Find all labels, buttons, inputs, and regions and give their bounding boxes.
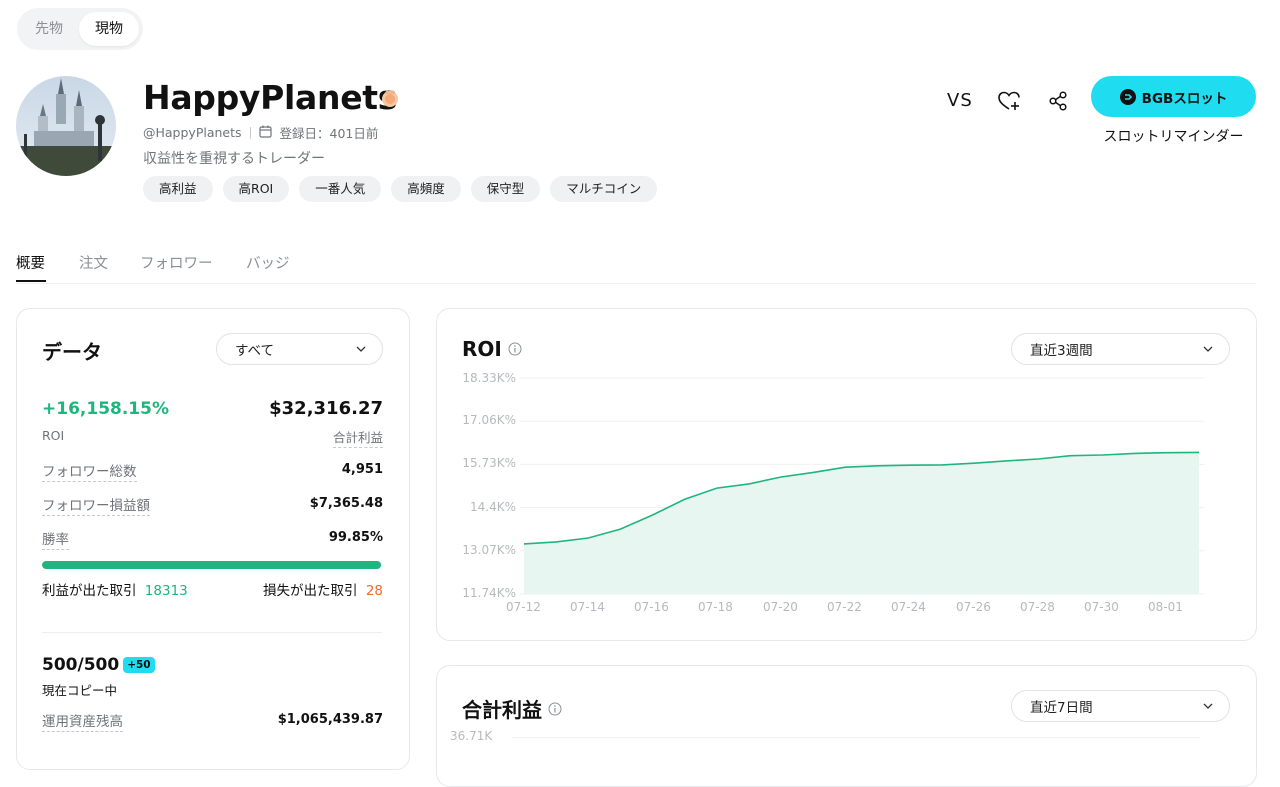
slot-reminder-link[interactable]: スロットリマインダー	[1091, 126, 1256, 146]
tab-overview[interactable]: 概要	[16, 252, 45, 273]
market-switch: 先物 現物	[17, 8, 143, 50]
tag: 高ROI	[223, 176, 290, 202]
follower-count-label: フォロワー総数	[42, 460, 137, 482]
win-rate-bar	[42, 561, 382, 569]
handle: @HappyPlanets	[143, 125, 242, 140]
y-tick: 18.33K%	[456, 371, 516, 385]
chevron-down-icon	[1203, 346, 1213, 352]
tab-followers[interactable]: フォロワー	[140, 252, 213, 273]
x-tick: 07-14	[570, 600, 605, 614]
follower-pnl-label: フォロワー損益額	[42, 494, 150, 516]
copy-label: 現在コピー中	[42, 680, 117, 699]
tab-badges[interactable]: バッジ	[246, 252, 290, 273]
castle-image	[16, 76, 116, 176]
x-tick: 07-16	[634, 600, 669, 614]
loss-trades-count: 28	[366, 583, 383, 599]
heart-plus-icon[interactable]	[997, 90, 1021, 112]
profile-tabs: 概要 注文 フォロワー バッジ	[16, 252, 1256, 284]
roi-period-value: 直近3週間	[1030, 339, 1093, 359]
win-rate-label: 勝率	[42, 528, 69, 550]
tag: 一番人気	[299, 176, 381, 202]
trader-bio: 収益性を重視するトレーダー	[143, 148, 325, 168]
futures-tab[interactable]: 先物	[21, 12, 77, 46]
x-tick: 07-18	[698, 600, 733, 614]
roi-value: +16,158.15%	[42, 399, 169, 419]
x-tick: 07-28	[1020, 600, 1055, 614]
spot-tab[interactable]: 現物	[79, 12, 139, 46]
aum-value: $1,065,439.87	[278, 712, 383, 727]
active-tab-indicator	[16, 280, 46, 282]
info-icon[interactable]	[508, 342, 522, 356]
data-card-title: データ	[42, 336, 102, 365]
trader-name: HappyPlanets	[143, 78, 397, 117]
bgb-slot-button[interactable]: BGBスロット	[1091, 76, 1256, 117]
chevron-down-icon	[1203, 703, 1213, 709]
follower-count-value: 4,951	[342, 462, 383, 477]
tab-orders[interactable]: 注文	[79, 252, 108, 273]
y-tick: 36.71K	[450, 729, 510, 743]
tag: 高頻度	[391, 176, 461, 202]
joined-date: 登録日：401日前	[280, 123, 379, 142]
y-tick: 14.4K%	[456, 500, 516, 514]
x-tick: 08-01	[1148, 600, 1183, 614]
x-tick: 07-24	[891, 600, 926, 614]
roi-chart-title: ROI	[462, 337, 502, 361]
share-icon[interactable]	[1048, 90, 1068, 112]
info-icon[interactable]	[548, 702, 562, 716]
total-pnl-label: 合計利益	[333, 427, 383, 448]
y-tick: 11.74K%	[456, 586, 516, 600]
pnl-chart-header: 合計利益	[462, 694, 562, 723]
profit-trades-label: 利益が出た取引	[42, 583, 137, 599]
aum-label: 運用資産残高	[42, 710, 123, 732]
pnl-period-select[interactable]: 直近7日間	[1011, 690, 1230, 722]
roi-area-chart	[520, 370, 1204, 606]
vs-compare-button[interactable]: VS	[947, 90, 973, 111]
calendar-icon	[259, 125, 272, 141]
pnl-chart-title: 合計利益	[462, 694, 542, 723]
x-tick: 07-20	[763, 600, 798, 614]
roi-period-select[interactable]: 直近3週間	[1011, 333, 1230, 365]
x-tick: 07-22	[827, 600, 862, 614]
loss-trades: 損失が出た取引 28	[263, 579, 383, 599]
total-pnl-value: $32,316.27	[269, 398, 383, 419]
x-tick: 07-30	[1084, 600, 1119, 614]
profit-trades-count: 18313	[145, 583, 188, 599]
data-filter-select[interactable]: すべて	[216, 333, 383, 365]
roi-chart-header: ROI	[462, 337, 522, 361]
copy-plus-badge: +50	[123, 657, 154, 673]
follower-pnl-value: $7,365.48	[310, 496, 383, 511]
tag: 高利益	[143, 176, 213, 202]
chevron-down-icon	[356, 346, 366, 352]
trader-tags: 高利益 高ROI 一番人気 高頻度 保守型 マルチコイン	[143, 176, 657, 202]
level-badge-icon	[380, 88, 400, 108]
gridline	[512, 737, 1200, 738]
x-tick: 07-12	[506, 600, 541, 614]
win-rate-value: 99.85%	[329, 530, 383, 545]
loss-trades-label: 損失が出た取引	[263, 583, 358, 599]
copy-count: 500/500	[42, 655, 119, 675]
avatar	[16, 76, 116, 176]
roi-label: ROI	[42, 428, 64, 443]
profile-meta: @HappyPlanets 登録日：401日前	[143, 123, 378, 142]
bgb-logo-icon	[1120, 89, 1136, 105]
tag: マルチコイン	[550, 176, 657, 202]
x-tick: 07-26	[956, 600, 991, 614]
total-pnl-card	[436, 665, 1257, 787]
pnl-period-value: 直近7日間	[1030, 696, 1093, 716]
y-tick: 13.07K%	[456, 543, 516, 557]
y-tick: 15.73K%	[456, 456, 516, 470]
divider	[250, 127, 251, 139]
data-filter-value: すべて	[235, 339, 274, 359]
win-rate-bar-fill	[42, 561, 381, 569]
roi-area-fill	[524, 452, 1199, 594]
copy-slots: 500/500 +50	[42, 655, 155, 675]
profit-trades: 利益が出た取引 18313	[42, 579, 188, 599]
divider	[42, 632, 382, 633]
bgb-slot-label: BGBスロット	[1142, 87, 1228, 107]
y-tick: 17.06K%	[456, 413, 516, 427]
tag: 保守型	[471, 176, 541, 202]
